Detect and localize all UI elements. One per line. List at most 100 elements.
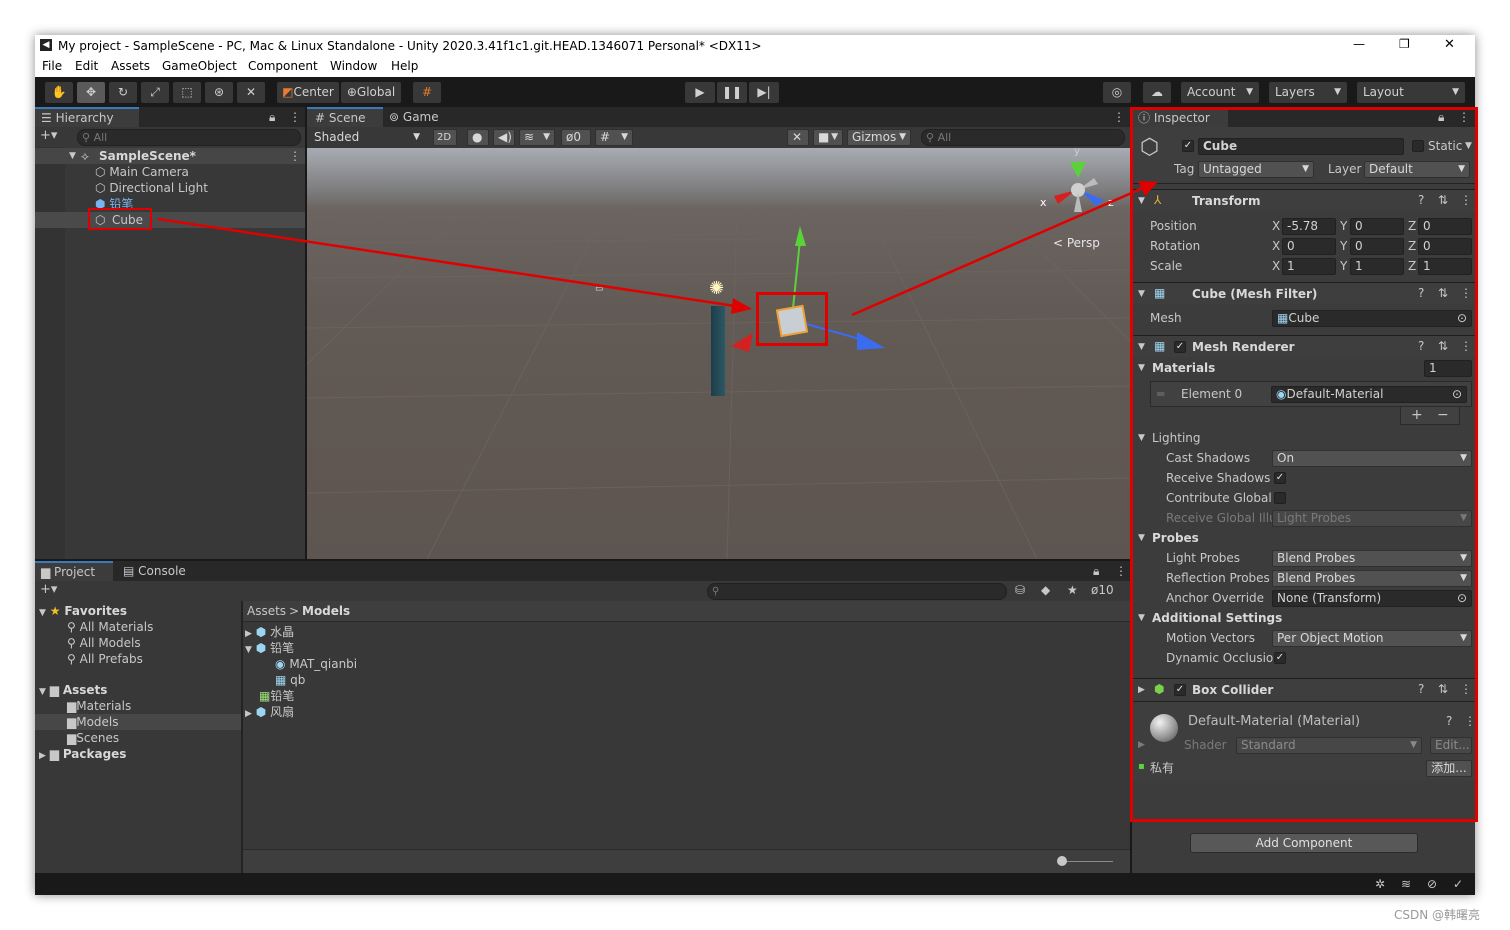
fav-all-prefabs[interactable]: ⚲ All Prefabs bbox=[67, 651, 143, 667]
pivot-center-button[interactable]: ◩Center bbox=[277, 82, 339, 103]
folder-models[interactable]: ▆Models bbox=[35, 714, 241, 730]
layers-status-icon[interactable]: ≋ bbox=[1401, 877, 1411, 891]
assets-row[interactable]: ▼ ▆ Assets bbox=[39, 682, 107, 698]
menu-help[interactable]: Help bbox=[391, 59, 418, 73]
auto-generate-lighting-icon[interactable]: ⊘ bbox=[1427, 877, 1437, 891]
folder-materials[interactable]: ▆Materials bbox=[67, 698, 131, 714]
audio-toggle-icon[interactable]: ◀) bbox=[493, 129, 515, 146]
check-status-icon[interactable]: ✓ bbox=[1453, 877, 1463, 891]
file-mat-qianbi[interactable]: ◉ MAT_qianbi bbox=[275, 656, 357, 672]
tab-project[interactable]: ▆ Project bbox=[35, 561, 113, 581]
grid-snap-icon[interactable]: # bbox=[413, 82, 441, 103]
hidden-objects-toggle[interactable]: ø0 bbox=[561, 129, 591, 146]
kebab-menu-icon[interactable]: ⋮ bbox=[1115, 564, 1127, 578]
bug-icon[interactable]: ✲ bbox=[1375, 877, 1385, 891]
shading-mode-dropdown[interactable]: Shaded ▼ bbox=[309, 129, 425, 146]
custom-tool-icon[interactable]: ✕ bbox=[237, 82, 265, 103]
favorite-star-icon[interactable]: ★ bbox=[1067, 583, 1078, 597]
project-file-list: Assets > Models ▶ ⬢ 水晶 ▼ ⬢ 铅笔 ◉ MAT_qian… bbox=[243, 601, 1130, 874]
move-tool-icon[interactable]: ✥ bbox=[77, 82, 105, 103]
cloud-icon[interactable]: ☁ bbox=[1143, 82, 1171, 103]
hierarchy-item-cube[interactable]: ⬡ Cube bbox=[35, 212, 305, 228]
grid-toggle-icon[interactable]: # ▼ bbox=[595, 129, 633, 146]
rect-tool-icon[interactable]: ⬚ bbox=[173, 82, 201, 103]
scene-menu-icon[interactable]: ⋮ bbox=[289, 149, 301, 163]
layout-dropdown[interactable]: Layout ▼ bbox=[1357, 82, 1465, 103]
packages-row[interactable]: ▶ ▆ Packages bbox=[39, 746, 126, 762]
expand-arrow-icon: ▶ bbox=[39, 751, 46, 761]
hand-tool-icon[interactable]: ✋ bbox=[45, 82, 73, 103]
fav-all-materials[interactable]: ⚲ All Materials bbox=[67, 619, 153, 635]
scene-row[interactable]: ▼ ⟡ SampleScene* ⋮ bbox=[35, 148, 305, 164]
tab-console[interactable]: ▤ Console bbox=[123, 561, 203, 581]
menu-component[interactable]: Component bbox=[248, 59, 318, 73]
breadcrumb-assets[interactable]: Assets bbox=[247, 604, 286, 618]
camera-dropdown-icon[interactable]: ■ ▼ bbox=[813, 129, 843, 146]
gamepad-icon: ⊚ bbox=[389, 110, 400, 124]
kebab-menu-icon[interactable]: ⋮ bbox=[289, 110, 301, 124]
account-dropdown[interactable]: Account ▼ bbox=[1181, 82, 1259, 103]
hierarchy-item-main-camera[interactable]: ⬡ Main Camera bbox=[95, 164, 189, 180]
toggle-2d-button[interactable]: 2D bbox=[433, 129, 457, 146]
tab-scene[interactable]: # Scene bbox=[307, 107, 383, 127]
gizmos-dropdown[interactable]: Gizmos ▼ bbox=[847, 129, 911, 146]
favorites-row[interactable]: ▼ ★ Favorites bbox=[39, 603, 127, 619]
scene-search-input[interactable]: ⚲ All bbox=[921, 129, 1125, 146]
project-search-input[interactable]: ⚲ bbox=[707, 583, 1007, 600]
slider-handle[interactable] bbox=[1057, 856, 1067, 866]
tools-icon[interactable]: ✕ bbox=[787, 129, 809, 146]
file-crystal[interactable]: ▶ ⬢ 水晶 bbox=[245, 624, 294, 640]
collab-icon[interactable]: ◎ bbox=[1103, 82, 1131, 103]
kebab-menu-icon[interactable]: ⋮ bbox=[1113, 110, 1125, 124]
play-button[interactable]: ▶ bbox=[685, 82, 715, 103]
folder-scenes[interactable]: ▆Scenes bbox=[67, 730, 119, 746]
thumbnail-size-slider[interactable] bbox=[1061, 861, 1113, 862]
file-fan[interactable]: ▶ ⬢ 风扇 bbox=[245, 704, 294, 720]
effects-dropdown-icon[interactable]: ≋ ▼ bbox=[519, 129, 555, 146]
add-component-button[interactable]: Add Component bbox=[1190, 833, 1418, 853]
folder-icon: ▆ bbox=[49, 683, 59, 697]
favorites-label: Favorites bbox=[64, 604, 128, 618]
lock-icon[interactable]: 🔒︎ bbox=[1093, 564, 1099, 578]
pause-button[interactable]: ❚❚ bbox=[717, 82, 747, 103]
create-asset-button[interactable]: +▾ bbox=[40, 583, 57, 597]
menu-file[interactable]: File bbox=[42, 59, 62, 73]
menu-edit[interactable]: Edit bbox=[75, 59, 98, 73]
layers-dropdown[interactable]: Layers ▼ bbox=[1269, 82, 1347, 103]
step-button[interactable]: ▶| bbox=[749, 82, 779, 103]
hidden-packages-toggle[interactable]: ø10 bbox=[1091, 583, 1114, 597]
item-label: Scenes bbox=[76, 731, 120, 745]
persp-label[interactable]: < Persp bbox=[1053, 236, 1100, 250]
menu-gameobject[interactable]: GameObject bbox=[162, 59, 237, 73]
tab-hierarchy[interactable]: ☰ Hierarchy bbox=[35, 107, 139, 127]
create-button[interactable]: +▾ bbox=[40, 129, 57, 143]
move-gizmo[interactable] bbox=[307, 148, 1130, 559]
menu-assets[interactable]: Assets bbox=[111, 59, 150, 73]
menu-window[interactable]: Window bbox=[330, 59, 377, 73]
breadcrumb-separator: > bbox=[289, 604, 300, 618]
tab-project-label: Project bbox=[54, 565, 96, 579]
search-by-type-icon[interactable]: ⛁ bbox=[1015, 583, 1025, 597]
transform-tool-icon[interactable]: ⊛ bbox=[205, 82, 233, 103]
search-placeholder: All bbox=[937, 131, 952, 144]
minimize-icon[interactable]: — bbox=[1353, 37, 1365, 51]
scale-tool-icon[interactable]: ⤢ bbox=[141, 82, 169, 103]
close-icon[interactable]: ✕ bbox=[1444, 37, 1455, 52]
rotate-tool-icon[interactable]: ↻ bbox=[109, 82, 137, 103]
hierarchy-item-directional-light[interactable]: ⬡ Directional Light bbox=[95, 180, 208, 196]
search-by-label-icon[interactable]: ◆ bbox=[1041, 583, 1050, 597]
hierarchy-search-input[interactable]: ⚲ All bbox=[77, 129, 301, 146]
lighting-toggle-icon[interactable]: ● bbox=[467, 129, 489, 146]
breadcrumb-models[interactable]: Models bbox=[302, 604, 350, 618]
file-qb-mesh[interactable]: ▦ qb bbox=[275, 672, 305, 688]
scene-viewport[interactable]: ✺ ▭ y x z < Persp bbox=[307, 148, 1130, 559]
lock-icon[interactable]: 🔒︎ bbox=[269, 110, 275, 124]
orientation-gizmo[interactable]: y x z bbox=[1040, 148, 1120, 232]
file-pencil-prefab[interactable]: ▦铅笔 bbox=[259, 688, 294, 704]
pivot-global-button[interactable]: ⊕Global bbox=[341, 82, 401, 103]
file-pencil-model[interactable]: ▼ ⬢ 铅笔 bbox=[245, 640, 294, 656]
tab-game[interactable]: ⊚ Game bbox=[389, 107, 459, 127]
maximize-icon[interactable]: ❐ bbox=[1399, 37, 1410, 51]
account-label: Account bbox=[1187, 85, 1236, 99]
fav-all-models[interactable]: ⚲ All Models bbox=[67, 635, 141, 651]
